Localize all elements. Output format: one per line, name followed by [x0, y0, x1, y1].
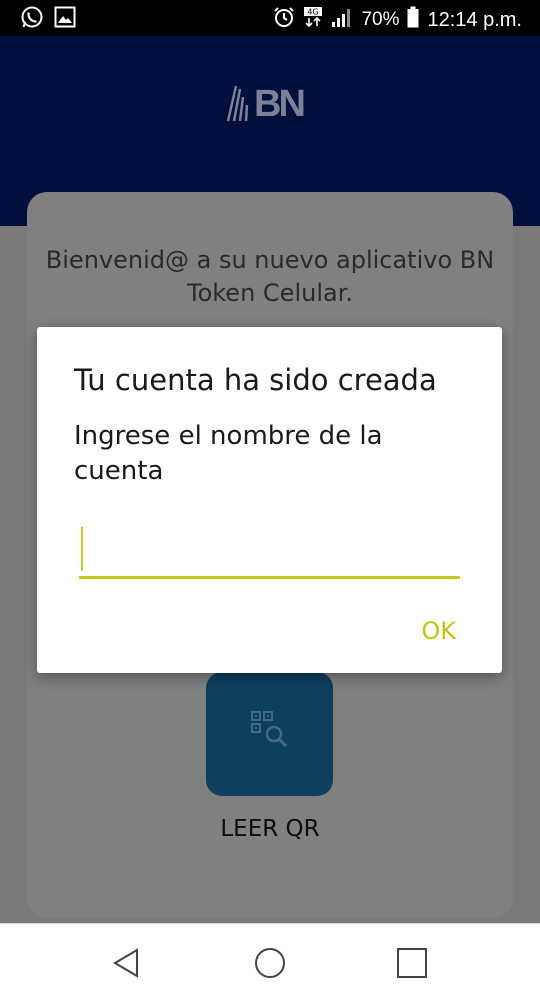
qr-search-icon	[250, 710, 290, 754]
battery-percent: 70%	[361, 9, 400, 30]
signal-icon	[331, 6, 353, 34]
welcome-text: Bienvenid@ a su nuevo aplicativo BN Toke…	[45, 246, 495, 307]
ok-button[interactable]: OK	[421, 617, 456, 645]
alarm-icon	[273, 6, 295, 34]
clock: 12:14 p.m.	[427, 8, 522, 31]
scan-qr-label: LEER QR	[220, 816, 320, 842]
recents-icon[interactable]	[394, 945, 430, 981]
dialog-message: Ingrese el nombre de la cuenta	[74, 421, 383, 486]
account-name-input[interactable]	[79, 523, 460, 579]
whatsapp-icon	[20, 6, 44, 34]
back-icon[interactable]	[108, 945, 144, 981]
gallery-icon	[54, 6, 76, 34]
network-type-label: 4G	[308, 8, 319, 17]
battery-icon	[407, 6, 419, 34]
status-bar: 4G 70% 12:14 p.m.	[0, 0, 540, 36]
dialog-title: Tu cuenta ha sido creada	[74, 363, 437, 397]
bn-logo-text: BN	[254, 83, 306, 125]
status-bar-right: 4G 70% 12:14 p.m.	[273, 6, 522, 34]
network-icon: 4G	[303, 6, 323, 34]
account-name-dialog: Tu cuenta ha sido creada Ingrese el nomb…	[37, 327, 502, 673]
home-icon[interactable]	[252, 945, 288, 981]
status-bar-left	[20, 6, 76, 34]
navigation-bar	[0, 923, 540, 1001]
bn-logo-stripes-icon	[226, 85, 249, 122]
bn-logo: BN	[226, 83, 306, 125]
text-cursor	[81, 527, 83, 571]
scan-qr-button[interactable]	[206, 672, 333, 796]
